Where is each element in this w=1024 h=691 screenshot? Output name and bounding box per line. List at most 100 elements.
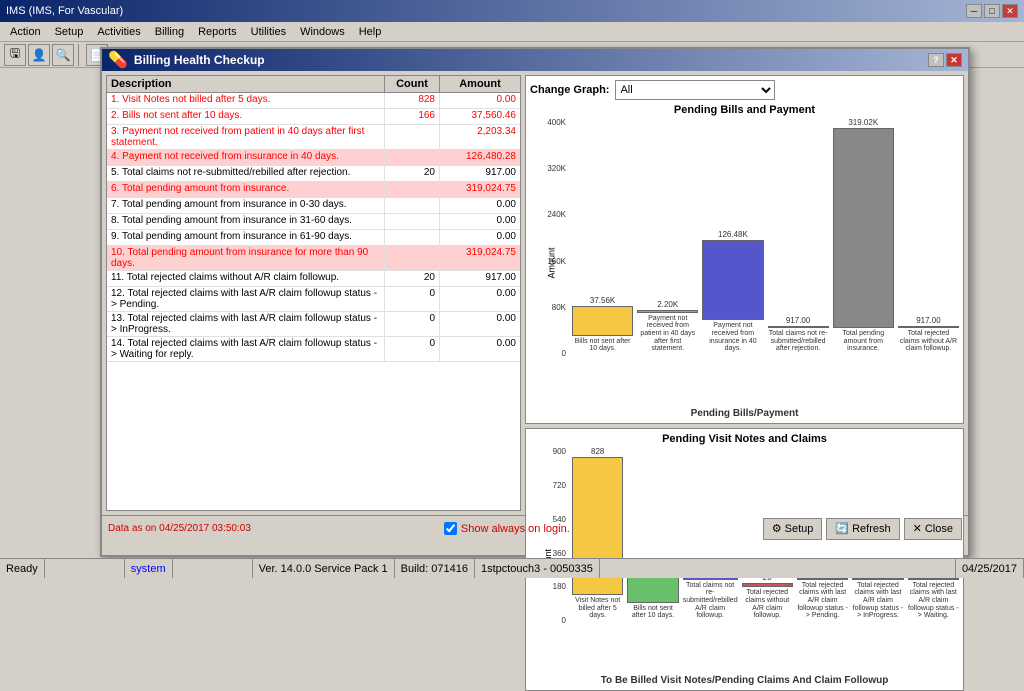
status-date: 04/25/2017 <box>956 559 1024 578</box>
table-row[interactable]: 14. Total rejected claims with last A/R … <box>107 337 520 362</box>
top-chart-area: 400K320K240K160K80K0 Amount 37.56KBills … <box>530 118 959 408</box>
table-body: 1. Visit Notes not billed after 5 days. 8… <box>107 93 520 510</box>
table-row[interactable]: 4. Payment not received from insurance i… <box>107 150 520 166</box>
status-build: Build: 071416 <box>395 559 475 578</box>
table-row[interactable]: 1. Visit Notes not billed after 5 days.8… <box>107 93 520 109</box>
bar-label: Total claims not re-submitted/rebilled a… <box>768 330 829 353</box>
bar <box>572 306 633 336</box>
close-window-button[interactable]: ✕ <box>1002 4 1018 18</box>
bar <box>898 326 959 328</box>
top-chart-footer: Pending Bills/Payment <box>530 408 959 419</box>
bar-label: Total rejected claims without A/R claim … <box>742 589 793 620</box>
row-count <box>385 246 440 270</box>
row-amount: 0.00 <box>440 214 520 229</box>
data-as-of: Data as on 04/25/2017 03:50:03 <box>108 523 251 534</box>
row-amount: 319,024.75 <box>440 182 520 197</box>
table-row[interactable]: 6. Total pending amount from insurance.3… <box>107 182 520 198</box>
col-amount: Amount <box>440 76 520 92</box>
row-count: 20 <box>385 271 440 286</box>
row-description: 11. Total rejected claims without A/R cl… <box>107 271 385 286</box>
bar-value-label: 126.48K <box>718 230 748 239</box>
y-axis-tick: 80K <box>552 303 566 312</box>
bar-label: Total rejected claims with last A/R clai… <box>797 582 848 620</box>
change-graph-row: Change Graph: All Pending Bills Claims <box>530 80 959 100</box>
status-bar: Ready system Ver. 14.0.0 Service Pack 1 … <box>0 558 1024 578</box>
menu-activities[interactable]: Activities <box>91 24 146 40</box>
table-row[interactable]: 3. Payment not received from patient in … <box>107 125 520 150</box>
row-description: 7. Total pending amount from insurance i… <box>107 198 385 213</box>
table-row[interactable]: 12. Total rejected claims with last A/R … <box>107 287 520 312</box>
table-row[interactable]: 7. Total pending amount from insurance i… <box>107 198 520 214</box>
bottom-bars-container: 828Visit Notes not billed after 5 days.1… <box>572 447 959 620</box>
table-row[interactable]: 2. Bills not sent after 10 days.16637,56… <box>107 109 520 125</box>
menu-action[interactable]: Action <box>4 24 47 40</box>
restore-button[interactable]: □ <box>984 4 1000 18</box>
bar-value-label: 37.56K <box>590 296 615 305</box>
menu-reports[interactable]: Reports <box>192 24 243 40</box>
row-count: 0 <box>385 337 440 361</box>
row-description: 1. Visit Notes not billed after 5 days. <box>107 93 385 108</box>
row-amount: 37,560.46 <box>440 109 520 124</box>
row-description: 14. Total rejected claims with last A/R … <box>107 337 385 361</box>
bar <box>702 240 763 320</box>
bar-group: 37.56KBills not sent after 10 days. <box>572 296 633 353</box>
bar-label: Total rejected claims with last A/R clai… <box>908 582 959 620</box>
bar-group: 917.00 Total claims not re-submitted/rebi… <box>768 316 829 353</box>
status-system: system <box>125 559 173 578</box>
change-graph-select[interactable]: All Pending Bills Claims <box>615 80 775 100</box>
top-chart-title: Pending Bills and Payment <box>530 104 959 116</box>
bar-group: 319.02KTotal pending amount from insuran… <box>833 118 894 353</box>
bar-value-label: 917.00 <box>786 316 810 325</box>
menu-billing[interactable]: Billing <box>149 24 190 40</box>
row-count <box>385 198 440 213</box>
status-machine: 1stpctouch3 - 0050335 <box>475 559 600 578</box>
billing-health-dialog: 💊 Billing Health Checkup ? ✕ Description… <box>100 47 970 557</box>
row-amount: 0.00 <box>440 230 520 245</box>
table-row[interactable]: 11. Total rejected claims without A/R cl… <box>107 271 520 287</box>
bar <box>833 128 894 328</box>
row-description: 10. Total pending amount from insurance … <box>107 246 385 270</box>
row-count <box>385 214 440 229</box>
row-count <box>385 230 440 245</box>
bar-label: Payment not received from insurance in 4… <box>702 322 763 353</box>
table-row[interactable]: 10. Total pending amount from insurance … <box>107 246 520 271</box>
top-y-axis-label: Amount <box>547 248 557 279</box>
bar-group: 2.20KPayment not received from patient i… <box>637 300 698 353</box>
row-description: 8. Total pending amount from insurance i… <box>107 214 385 229</box>
table-row[interactable]: 8. Total pending amount from insurance i… <box>107 214 520 230</box>
bar-label: Total rejected claims without A/R claim … <box>898 330 959 353</box>
bar-label: Visit Notes not billed after 5 days. <box>572 597 623 620</box>
change-graph-label: Change Graph: <box>530 84 609 96</box>
menu-utilities[interactable]: Utilities <box>245 24 292 40</box>
col-description: Description <box>107 76 385 92</box>
row-amount: 126,480.28 <box>440 150 520 165</box>
y-axis-tick: 360 <box>553 549 566 558</box>
bar-label: Total pending amount from insurance. <box>833 330 894 353</box>
show-always-checkbox[interactable] <box>444 522 457 535</box>
minimize-button[interactable]: ─ <box>966 4 982 18</box>
dialog-title-buttons: ? ✕ <box>928 53 962 67</box>
row-amount: 0.00 <box>440 287 520 311</box>
col-count: Count <box>385 76 440 92</box>
table-row[interactable]: 13. Total rejected claims with last A/R … <box>107 312 520 337</box>
bar <box>627 575 678 603</box>
menu-windows[interactable]: Windows <box>294 24 351 40</box>
status-empty3 <box>600 559 956 578</box>
menu-help[interactable]: Help <box>353 24 388 40</box>
y-axis-tick: 540 <box>553 515 566 524</box>
menu-bar: Action Setup Activities Billing Reports … <box>0 22 1024 42</box>
row-amount: 917.00 <box>440 166 520 181</box>
menu-setup[interactable]: Setup <box>49 24 90 40</box>
bottom-chart-title: Pending Visit Notes and Claims <box>530 433 959 445</box>
status-version: Ver. 14.0.0 Service Pack 1 <box>253 559 395 578</box>
bar-label: Payment not received from patient in 40 … <box>637 315 698 353</box>
row-count: 20 <box>385 166 440 181</box>
top-y-axis: 400K320K240K160K80K0 <box>530 118 568 358</box>
table-row[interactable]: 5. Total claims not re-submitted/rebille… <box>107 166 520 182</box>
row-description: 13. Total rejected claims with last A/R … <box>107 312 385 336</box>
y-axis-tick: 900 <box>553 447 566 456</box>
dialog-help-button[interactable]: ? <box>928 53 944 67</box>
table-row[interactable]: 9. Total pending amount from insurance i… <box>107 230 520 246</box>
dialog-close-button[interactable]: ✕ <box>946 53 962 67</box>
bar-label: Bills not sent after 10 days. <box>627 605 678 620</box>
